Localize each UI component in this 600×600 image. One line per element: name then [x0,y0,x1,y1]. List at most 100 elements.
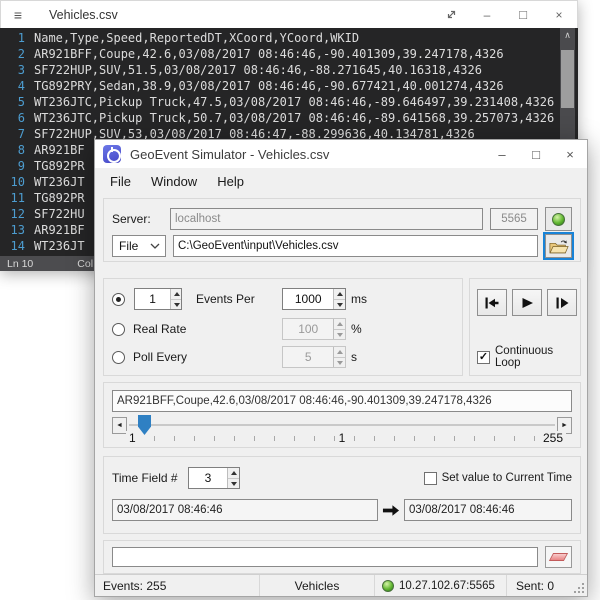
connection-status-icon [382,580,394,592]
set-current-time-checkbox[interactable] [424,472,437,485]
step-back-button[interactable] [477,289,507,316]
simulator-title: GeoEvent Simulator - Vehicles.csv [130,147,329,162]
close-icon[interactable]: × [541,1,577,28]
current-event-field[interactable] [112,390,572,412]
poll-spinner [282,346,346,368]
hamburger-menu-icon[interactable]: ≡ [1,7,35,23]
expand-icon[interactable] [433,1,469,28]
line-text: WT236JTC,Pickup Truck,50.7,03/08/2017 08… [34,110,554,126]
poll-input [283,347,333,367]
play-icon [519,296,535,310]
geoevent-logo-icon [103,145,121,163]
spinner-down-icon[interactable] [171,300,181,310]
editor-titlebar[interactable]: ≡ Vehicles.csv – □ × [0,0,578,28]
line-number: 6 [0,110,34,126]
playback-group: ✓ Continuous Loop [469,278,581,376]
chevron-down-icon [150,243,160,249]
cursor-col-indicator: Col [77,258,93,270]
time-group: Time Field # Set value to Current Time [103,456,581,534]
interval-spinner[interactable] [282,288,346,310]
close-icon[interactable]: × [553,140,587,168]
scroll-up-icon[interactable]: ∧ [560,28,575,43]
menubar: File Window Help [95,168,587,194]
radio-real-rate[interactable] [112,323,125,336]
spinner-up-icon[interactable] [334,289,345,300]
spinner-down-icon[interactable] [334,300,345,310]
source-type-value: File [119,239,138,253]
line-number: 3 [0,62,34,78]
minimize-icon[interactable]: – [485,140,519,168]
time-field-spinner[interactable] [188,467,240,489]
simulator-titlebar[interactable]: GeoEvent Simulator - Vehicles.csv – □ × [95,140,587,168]
scrollbar-thumb[interactable] [561,50,574,108]
endpoint-address: 10.27.102.67:5565 [399,580,495,592]
line-number: 7 [0,126,34,142]
screen: ≡ Vehicles.csv – □ × 1Name,Type,Speed,Re… [0,0,600,600]
file-path-input[interactable] [173,235,538,257]
radio-events-per[interactable] [112,293,125,306]
editor-title: Vehicles.csv [49,8,118,22]
radio-poll-every[interactable] [112,351,125,364]
time-to-field[interactable] [404,499,572,521]
spinner-down-icon [334,358,345,368]
line-text: WT236JT [34,174,85,190]
line-text: SF722HUP,SUV,51.5,03/08/2017 08:46:46,-8… [34,62,482,78]
resize-grip[interactable] [574,583,584,593]
arrow-right-icon [382,504,400,517]
progress-bar [112,547,538,567]
line-text: WT236JTC,Pickup Truck,47.5,03/08/2017 08… [34,94,554,110]
spinner-up-icon[interactable] [171,289,181,300]
menu-help[interactable]: Help [207,171,254,192]
slider-labels: 1 1 255 [112,431,572,446]
server-group: Server: File [103,198,581,262]
connection-status-icon [552,213,565,226]
continuous-loop-checkbox[interactable]: ✓ [477,351,490,364]
editor-line: 1Name,Type,Speed,ReportedDT,XCoord,YCoor… [0,30,578,46]
line-number: 12 [0,206,34,222]
editor-window-controls: – □ × [433,1,577,28]
events-per-label: Events Per [196,292,255,306]
browse-file-button[interactable] [545,234,572,258]
events-count-input[interactable] [135,289,170,309]
play-button[interactable] [512,289,542,316]
events-count-spinner[interactable] [134,288,182,310]
set-current-time-label: Set value to Current Time [442,472,572,484]
spinner-down-icon[interactable] [228,479,238,489]
simulator-window-controls: – □ × [485,140,587,168]
spinner-up-icon [334,319,345,330]
simulator-window: GeoEvent Simulator - Vehicles.csv – □ × … [94,139,588,597]
server-port-input[interactable] [490,208,538,230]
maximize-icon[interactable]: □ [505,1,541,28]
interval-input[interactable] [283,289,333,309]
real-rate-input [283,319,333,339]
eraser-icon [549,553,568,561]
server-label: Server: [112,212,170,226]
line-number: 8 [0,142,34,158]
menu-window[interactable]: Window [141,171,207,192]
slider-end-label: 255 [540,431,566,445]
server-host-input[interactable] [170,208,483,230]
line-number: 1 [0,30,34,46]
maximize-icon[interactable]: □ [519,140,553,168]
clear-button[interactable] [545,546,572,568]
cursor-line-indicator: Ln 10 [7,258,33,270]
rate-group: Events Per ms Real Rate % [103,278,463,376]
endpoint-status: 10.27.102.67:5565 [375,575,507,596]
time-from-field[interactable] [112,499,378,521]
line-text: TG892PR [34,158,85,174]
editor-line: 4TG892PRY,Sedan,38.9,03/08/2017 08:46:46… [0,78,578,94]
spinner-up-icon[interactable] [228,468,238,479]
minimize-icon[interactable]: – [469,1,505,28]
slider-start-label: 1 [126,431,139,445]
real-rate-spinner [282,318,346,340]
slider-track[interactable] [129,424,555,426]
menu-file[interactable]: File [100,171,141,192]
time-field-input[interactable] [189,468,228,488]
editor-line: 6WT236JTC,Pickup Truck,50.7,03/08/2017 0… [0,110,578,126]
line-number: 10 [0,174,34,190]
line-text: WT236JT [34,238,85,254]
source-type-select[interactable]: File [112,235,166,257]
connect-button[interactable] [545,207,572,231]
editor-line: 3SF722HUP,SUV,51.5,03/08/2017 08:46:46,-… [0,62,578,78]
step-forward-button[interactable] [547,289,577,316]
